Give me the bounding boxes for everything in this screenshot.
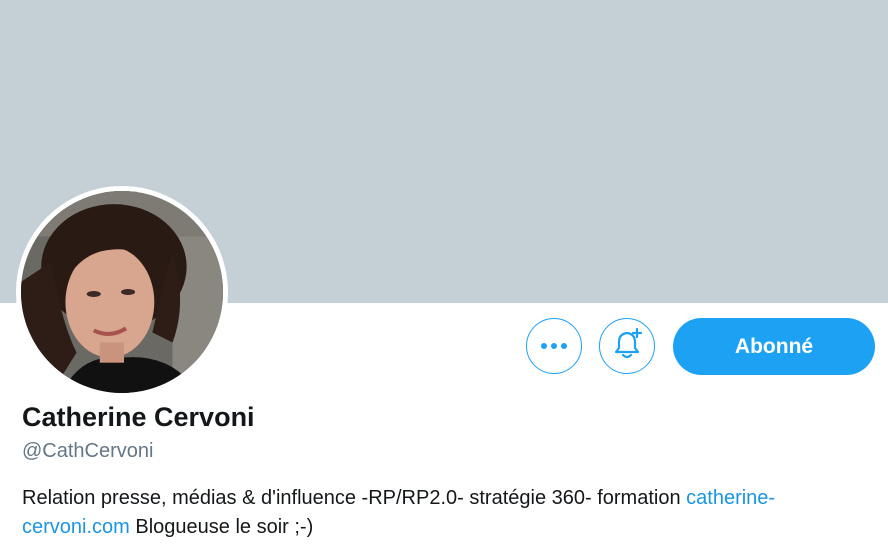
following-button-label: Abonné [734, 334, 814, 358]
profile-bio: Relation presse, médias & d'influence -R… [22, 484, 872, 542]
more-button[interactable] [526, 318, 582, 374]
bell-plus-icon [610, 327, 644, 366]
avatar-photo [21, 191, 223, 393]
more-horizontal-icon [540, 337, 568, 355]
avatar[interactable] [16, 186, 228, 398]
profile-name: Catherine Cervoni [22, 402, 255, 432]
profile-handle: @CathCervoni [22, 440, 154, 462]
bio-text-end: Blogueuse le soir ;-) [129, 516, 314, 538]
following-button[interactable]: Abonné [673, 318, 875, 375]
bio-text: Relation presse, médias & d'influence -R… [22, 487, 687, 509]
notifications-button[interactable] [599, 318, 655, 374]
